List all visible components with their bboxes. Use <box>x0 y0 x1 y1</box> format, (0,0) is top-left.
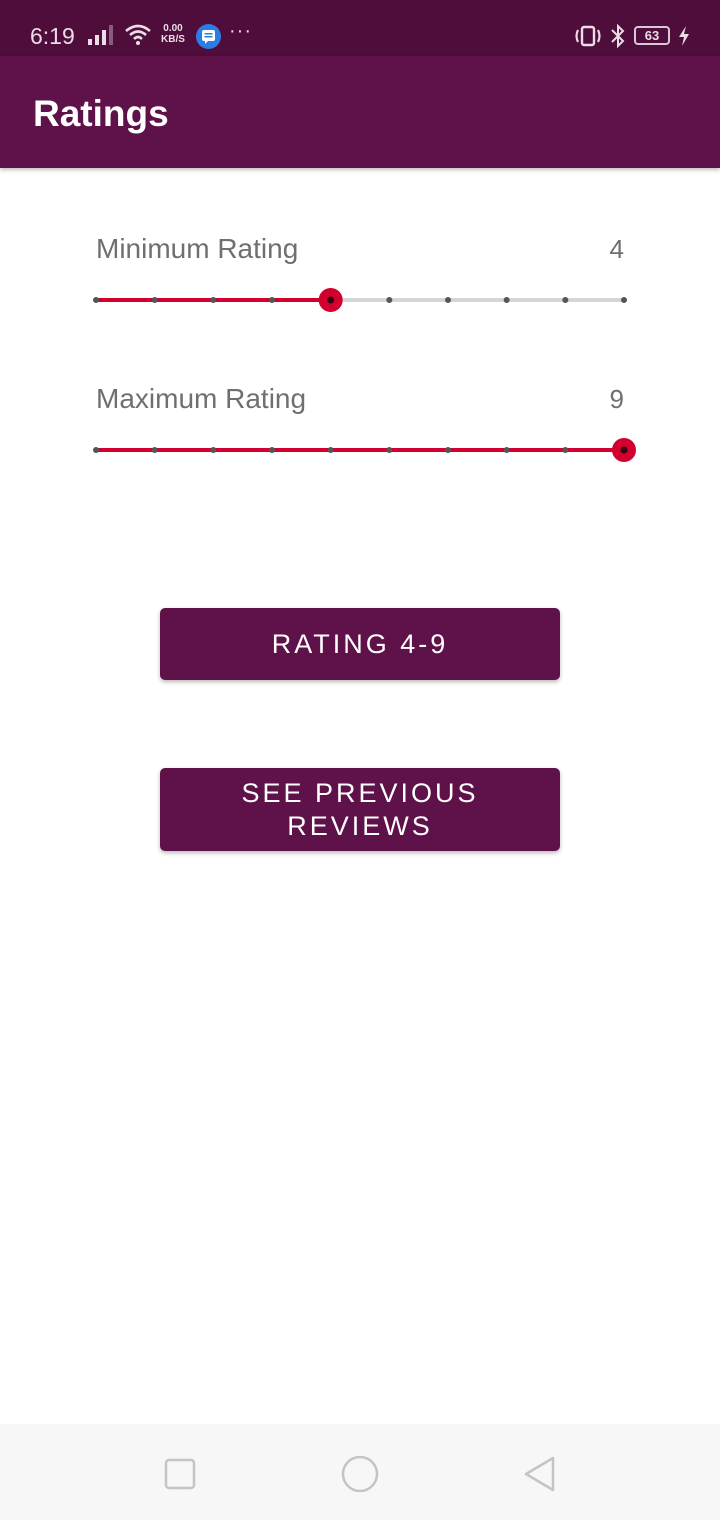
status-bar: 6:19 0.00 KB/S ··· 63 <box>0 0 720 56</box>
slider-tick <box>445 447 451 453</box>
wifi-icon <box>125 24 151 45</box>
navigation-bar <box>0 1424 720 1520</box>
slider-tick <box>151 297 158 303</box>
rating-range-button[interactable]: RATING 4-9 <box>160 608 560 680</box>
bluetooth-icon <box>611 23 625 49</box>
slider-tick <box>93 297 99 303</box>
ratings-screen: 6:19 0.00 KB/S ··· 63 Ratings Minimum Ra… <box>0 0 720 1520</box>
charging-icon <box>679 26 689 46</box>
slider-tick <box>210 447 217 453</box>
slider-tick <box>503 447 510 453</box>
min-rating-value: 4 <box>609 234 624 264</box>
slider-tick <box>269 447 275 453</box>
network-speed: 0.00 KB/S <box>161 23 185 45</box>
min-rating-slider[interactable] <box>93 285 627 315</box>
back-icon[interactable] <box>518 1452 562 1496</box>
slider-tick <box>269 297 275 303</box>
max-rating-value: 9 <box>609 384 624 414</box>
recent-apps-icon[interactable] <box>158 1452 202 1496</box>
slider-thumb-center <box>620 446 628 454</box>
max-rating-slider[interactable] <box>93 435 636 465</box>
max-rating-label: Maximum Rating <box>96 383 307 414</box>
slider-tick <box>562 297 569 303</box>
status-time: 6:19 <box>30 23 75 49</box>
messages-icon <box>196 24 221 49</box>
home-icon[interactable] <box>338 1452 382 1496</box>
slider-tick <box>445 297 451 303</box>
slider-tick <box>210 297 217 303</box>
slider-tick <box>327 447 334 453</box>
see-previous-reviews-button[interactable]: SEE PREVIOUS REVIEWS <box>160 768 560 851</box>
app-bar: Ratings <box>0 56 720 168</box>
slider-tick <box>93 447 99 453</box>
slider-tick <box>503 297 510 303</box>
vibrate-icon <box>575 25 601 47</box>
min-rating-label: Minimum Rating <box>96 233 299 264</box>
signal-icon <box>88 25 113 45</box>
page-title: Ratings <box>33 93 169 134</box>
battery-icon: 63 <box>634 26 670 45</box>
overflow-indicator: ··· <box>229 20 252 42</box>
slider-tick <box>151 447 158 453</box>
slider-tick <box>386 447 393 453</box>
slider-thumb-center <box>327 296 335 304</box>
slider-tick <box>386 297 393 303</box>
slider-tick <box>621 297 627 303</box>
slider-tick <box>562 447 569 453</box>
